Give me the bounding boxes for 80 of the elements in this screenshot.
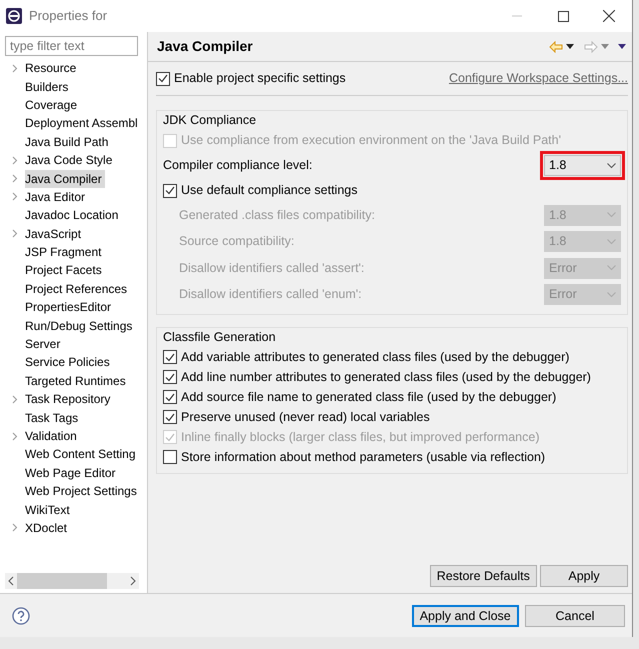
checkbox[interactable] [163, 450, 177, 464]
tree-item[interactable]: Java Compiler [25, 170, 105, 188]
app-icon [6, 8, 22, 24]
maximize-icon [558, 10, 568, 22]
tree-item[interactable]: Web Project Settings [25, 482, 140, 500]
tree-item[interactable]: Validation [25, 427, 80, 445]
checkbox-label: Add source file name to generated class file (used by the debugger) [181, 388, 556, 406]
expand-icon[interactable] [12, 523, 18, 532]
tree-item[interactable]: JavaScript [25, 224, 84, 243]
close-icon [603, 10, 615, 22]
tree-item[interactable]: Project Facets [25, 261, 105, 280]
tree-item[interactable]: Java Build Path [25, 132, 112, 151]
tree-item[interactable]: Javadoc Location [25, 206, 122, 224]
checkbox-label: Preserve unused (never read) local variables [181, 408, 430, 426]
button[interactable]: Cancel [525, 604, 625, 626]
minimize-icon [512, 15, 522, 17]
configure-workspace-link[interactable]: Configure Workspace Settings... [448, 69, 628, 88]
menu-icon[interactable] [618, 44, 626, 49]
field-label: Compiler compliance level: [163, 157, 312, 174]
field-label: Generated .class files compatibility: [178, 206, 375, 224]
button[interactable]: Restore Defaults [430, 564, 537, 587]
chevron-icon [607, 292, 616, 298]
tree-item[interactable]: Web Page Editor [25, 464, 118, 482]
horizontal-scrollbar[interactable] [5, 573, 139, 589]
expand-icon[interactable] [12, 192, 18, 202]
button[interactable]: Apply and Close [412, 604, 519, 626]
checkbox[interactable] [163, 410, 177, 424]
checkbox-label: Enable project specific settings [174, 70, 346, 88]
tree-item[interactable]: Task Repository [25, 390, 114, 408]
checkbox[interactable] [163, 184, 177, 198]
chevron-icon [607, 265, 616, 271]
expand-icon[interactable] [12, 174, 18, 184]
tree-item[interactable]: Task Tags [25, 408, 82, 427]
field-label: Disallow identifiers called 'enum': [178, 286, 362, 304]
expand-icon[interactable] [12, 64, 18, 73]
tree-item[interactable]: Run/Debug Settings [25, 316, 136, 335]
chevron-icon [607, 238, 616, 244]
tree-item[interactable]: Java Code Style [25, 151, 116, 170]
expand-icon[interactable] [12, 432, 18, 440]
checkbox-label: Use compliance from execution environment on the 'Java Build Path' [181, 132, 561, 150]
help-icon[interactable] [12, 606, 30, 624]
chevron-icon [607, 162, 616, 169]
tree-item[interactable]: Server [25, 335, 64, 354]
checkbox-label: Add variable attributes to generated class files (used by the debugger) [181, 348, 570, 366]
tree-item[interactable]: Resource [25, 59, 80, 78]
tree-item[interactable]: Java Editor [25, 188, 88, 206]
field-label: Disallow identifiers called 'assert': [178, 260, 364, 277]
checkbox[interactable] [163, 350, 177, 364]
checkbox-label: Add line number attributes to generated class files (used by the debugger) [181, 368, 591, 386]
tree-item[interactable]: Targeted Runtimes [25, 372, 129, 390]
window-title: Properties for [29, 7, 108, 26]
forward-icon[interactable] [584, 40, 598, 52]
expand-icon[interactable] [12, 229, 18, 238]
page-title: Java Compiler [157, 37, 253, 56]
expand-icon[interactable] [12, 156, 18, 165]
expand-icon[interactable] [12, 394, 18, 404]
checkbox[interactable] [156, 72, 170, 86]
checkbox-label: Store information about method parameters (usable via reflection) [181, 448, 546, 466]
checkbox-label: Inline finally blocks (larger class files, but improved performance) [181, 428, 540, 446]
tree-item[interactable]: Deployment Assembl [25, 114, 141, 132]
scroll-right-icon[interactable] [130, 576, 136, 586]
field-label: Source compatibility: [178, 233, 294, 250]
tree-item[interactable]: Web Content Setting [25, 445, 139, 464]
scroll-left-icon[interactable] [8, 576, 14, 586]
tree-item[interactable]: Service Policies [25, 353, 113, 372]
button[interactable]: Apply [540, 564, 628, 587]
tree-item[interactable]: Project References [25, 280, 130, 298]
chevron-icon [607, 212, 616, 218]
tree-item[interactable]: WikiText [25, 500, 73, 519]
tree-item[interactable]: Builders [25, 78, 72, 96]
checkbox-label: Use default compliance settings [181, 182, 358, 200]
tree-item[interactable]: PropertiesEditor [25, 298, 114, 316]
checkbox[interactable] [163, 390, 177, 404]
tree-item[interactable]: Coverage [25, 96, 80, 114]
filter-field[interactable]: type filter text [5, 36, 138, 56]
checkbox[interactable] [163, 370, 177, 384]
dropdown-icon[interactable] [566, 44, 574, 49]
dropdown[interactable]: 1.8 [544, 155, 621, 176]
tree-item[interactable]: XDoclet [25, 518, 70, 537]
tree-item[interactable]: JSP Fragment [25, 243, 104, 262]
